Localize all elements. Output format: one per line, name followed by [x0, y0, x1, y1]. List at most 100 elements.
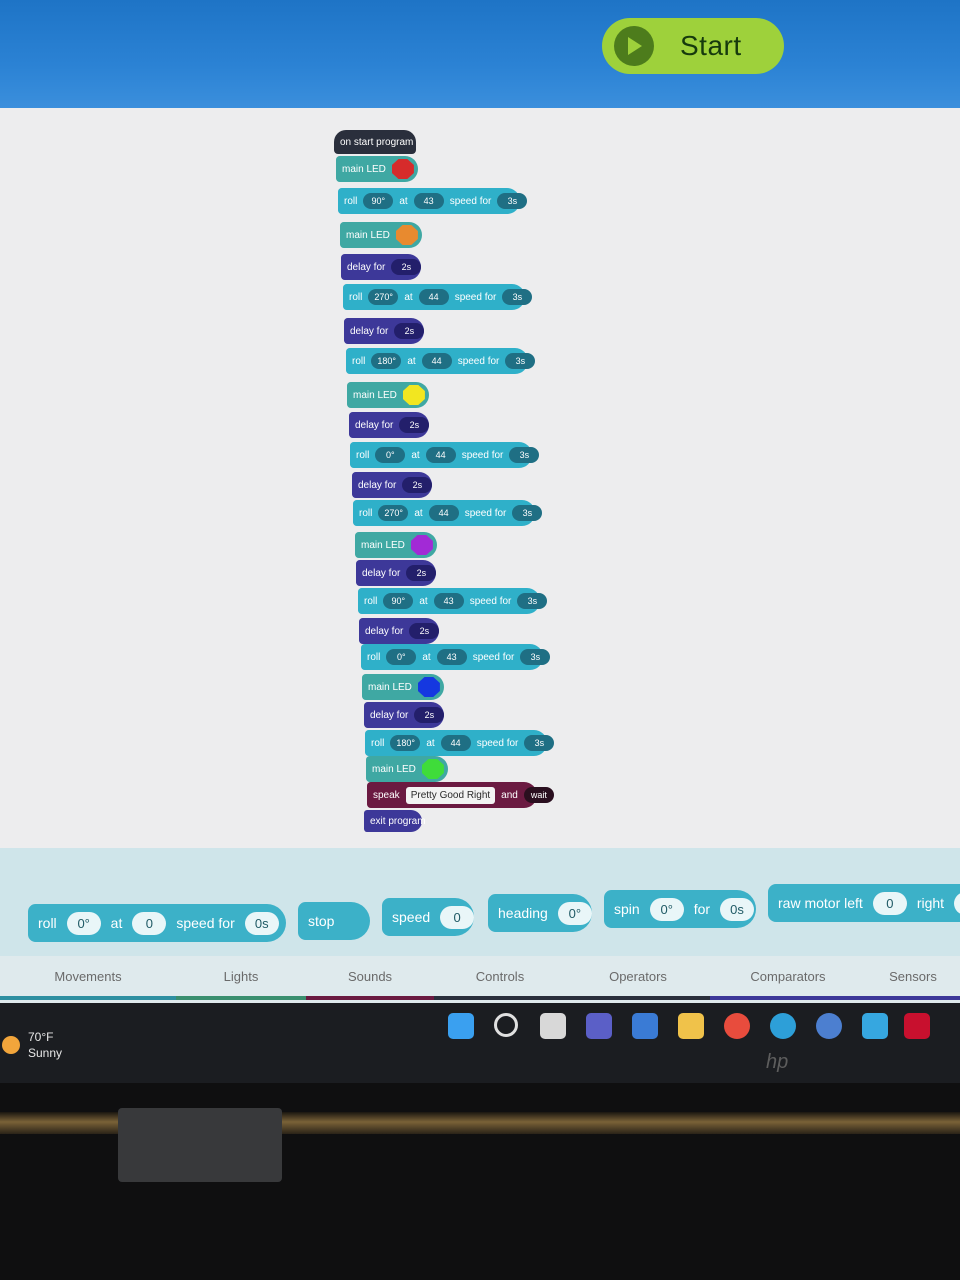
- roll-speed-input[interactable]: 43: [433, 593, 464, 609]
- delay-duration-input[interactable]: 2s: [414, 707, 445, 723]
- mcafee-icon[interactable]: [904, 1013, 930, 1039]
- delay-block[interactable]: delay for 2s: [349, 412, 430, 438]
- led-color-swatch[interactable]: [395, 225, 418, 245]
- tab-comparators[interactable]: Comparators: [710, 956, 866, 1000]
- roll-block[interactable]: roll 270° at 44 speed for 3s: [353, 500, 543, 526]
- delay-duration-input[interactable]: 2s: [406, 565, 437, 581]
- hinge-bracket: [118, 1108, 282, 1182]
- roll-speed-input[interactable]: 44: [421, 353, 452, 369]
- main-led-block[interactable]: main LED: [340, 222, 422, 248]
- delay-duration-input[interactable]: 2s: [409, 623, 440, 639]
- on-start-event-block[interactable]: on start program: [334, 130, 416, 154]
- spin-duration-input[interactable]: 0s: [720, 897, 755, 921]
- roll-heading-input[interactable]: 270°: [368, 289, 399, 305]
- palette-spin-block[interactable]: spin 0° for 0s: [604, 890, 756, 928]
- roll-block[interactable]: roll 270° at 44 speed for 3s: [343, 284, 533, 310]
- roll-block[interactable]: roll 90° at 43 speed for 3s: [338, 188, 528, 214]
- delay-block[interactable]: delay for 2s: [352, 472, 433, 498]
- delay-duration-input[interactable]: 2s: [391, 259, 422, 275]
- chrome-icon[interactable]: [724, 1013, 750, 1039]
- roll-heading-input[interactable]: 0°: [66, 911, 101, 935]
- delay-block[interactable]: delay for 2s: [359, 618, 440, 644]
- help-icon[interactable]: [816, 1013, 842, 1039]
- roll-block[interactable]: roll 180° at 44 speed for 3s: [365, 730, 555, 756]
- main-led-block[interactable]: main LED: [366, 756, 448, 782]
- roll-speed-input[interactable]: 44: [418, 289, 449, 305]
- roll-block[interactable]: roll 90° at 43 speed for 3s: [358, 588, 548, 614]
- roll-heading-input[interactable]: 90°: [363, 193, 394, 209]
- palette-speed-block[interactable]: speed 0: [382, 898, 475, 936]
- roll-heading-input[interactable]: 180°: [371, 353, 402, 369]
- tab-controls[interactable]: Controls: [434, 956, 566, 1000]
- main-led-block[interactable]: main LED: [347, 382, 429, 408]
- tab-sensors[interactable]: Sensors: [866, 956, 960, 1000]
- roll-heading-input[interactable]: 0°: [386, 649, 417, 665]
- weather-widget[interactable]: 70°F Sunny: [2, 1029, 62, 1061]
- tab-movements[interactable]: Movements: [0, 956, 176, 1000]
- spin-angle-input[interactable]: 0°: [649, 897, 684, 921]
- roll-speed-input[interactable]: 44: [425, 447, 456, 463]
- roll-speed-input[interactable]: 43: [436, 649, 467, 665]
- roll-duration-input[interactable]: 0s: [244, 911, 279, 935]
- program-canvas[interactable]: on start program main LED roll 90° at 43 spee…: [0, 108, 960, 848]
- roll-heading-input[interactable]: 180°: [390, 735, 421, 751]
- palette-stop-block[interactable]: stop: [298, 902, 370, 940]
- roll-heading-input[interactable]: 270°: [378, 505, 409, 521]
- led-color-swatch[interactable]: [391, 159, 414, 179]
- pen-icon[interactable]: [862, 1013, 888, 1039]
- delay-duration-input[interactable]: 2s: [402, 477, 433, 493]
- main-led-block[interactable]: main LED: [336, 156, 418, 182]
- led-color-swatch[interactable]: [417, 677, 440, 697]
- roll-duration-input[interactable]: 3s: [509, 447, 540, 463]
- roll-block[interactable]: roll 0° at 44 speed for 3s: [350, 442, 540, 468]
- roll-speed-input[interactable]: 44: [440, 735, 471, 751]
- store-icon[interactable]: [632, 1013, 658, 1039]
- roll-duration-input[interactable]: 3s: [512, 505, 543, 521]
- roll-heading-input[interactable]: 0°: [375, 447, 406, 463]
- roll-speed-input[interactable]: 44: [428, 505, 459, 521]
- palette-raw-motor-block[interactable]: raw motor left 0 right 0: [768, 884, 960, 922]
- file-explorer-icon[interactable]: [678, 1013, 704, 1039]
- exit-program-block[interactable]: exit program: [364, 810, 426, 832]
- roll-speed-input[interactable]: 43: [413, 193, 444, 209]
- roll-duration-input[interactable]: 3s: [520, 649, 551, 665]
- speak-wait-option[interactable]: wait: [523, 787, 554, 803]
- heading-input[interactable]: 0°: [557, 901, 592, 925]
- tab-operators[interactable]: Operators: [566, 956, 710, 1000]
- main-led-block[interactable]: main LED: [355, 532, 437, 558]
- palette-heading-block[interactable]: heading 0°: [488, 894, 592, 932]
- tab-sounds[interactable]: Sounds: [306, 956, 434, 1000]
- roll-duration-input[interactable]: 3s: [517, 593, 548, 609]
- roll-block[interactable]: roll 180° at 44 speed for 3s: [346, 348, 536, 374]
- roll-block[interactable]: roll 0° at 43 speed for 3s: [361, 644, 551, 670]
- delay-duration-input[interactable]: 2s: [399, 417, 430, 433]
- roll-duration-input[interactable]: 3s: [505, 353, 536, 369]
- task-view-icon[interactable]: [540, 1013, 566, 1039]
- speak-block[interactable]: speak Pretty Good Right and wait: [367, 782, 554, 808]
- tab-lights[interactable]: Lights: [176, 956, 306, 1000]
- roll-duration-input[interactable]: 3s: [502, 289, 533, 305]
- teams-icon[interactable]: [586, 1013, 612, 1039]
- delay-block[interactable]: delay for 2s: [341, 254, 422, 280]
- roll-duration-input[interactable]: 3s: [524, 735, 555, 751]
- delay-block[interactable]: delay for 2s: [364, 702, 445, 728]
- speak-text-input[interactable]: Pretty Good Right: [405, 786, 496, 804]
- roll-speed-input[interactable]: 0: [132, 911, 167, 935]
- roll-duration-input[interactable]: 3s: [497, 193, 528, 209]
- delay-block[interactable]: delay for 2s: [356, 560, 437, 586]
- delay-duration-input[interactable]: 2s: [394, 323, 425, 339]
- speed-input[interactable]: 0: [440, 905, 475, 929]
- windows-icon[interactable]: [448, 1013, 474, 1039]
- edge-icon[interactable]: [770, 1013, 796, 1039]
- raw-motor-left-input[interactable]: 0: [872, 891, 907, 915]
- led-color-swatch[interactable]: [402, 385, 425, 405]
- palette-roll-block[interactable]: roll 0° at 0 speed for 0s: [28, 904, 286, 942]
- led-color-swatch[interactable]: [410, 535, 433, 555]
- search-icon[interactable]: [494, 1013, 518, 1037]
- main-led-block[interactable]: main LED: [362, 674, 444, 700]
- led-color-swatch[interactable]: [421, 759, 444, 779]
- delay-block[interactable]: delay for 2s: [344, 318, 425, 344]
- roll-heading-input[interactable]: 90°: [383, 593, 414, 609]
- start-button[interactable]: Start: [602, 18, 784, 74]
- raw-motor-right-input[interactable]: 0: [954, 891, 960, 915]
